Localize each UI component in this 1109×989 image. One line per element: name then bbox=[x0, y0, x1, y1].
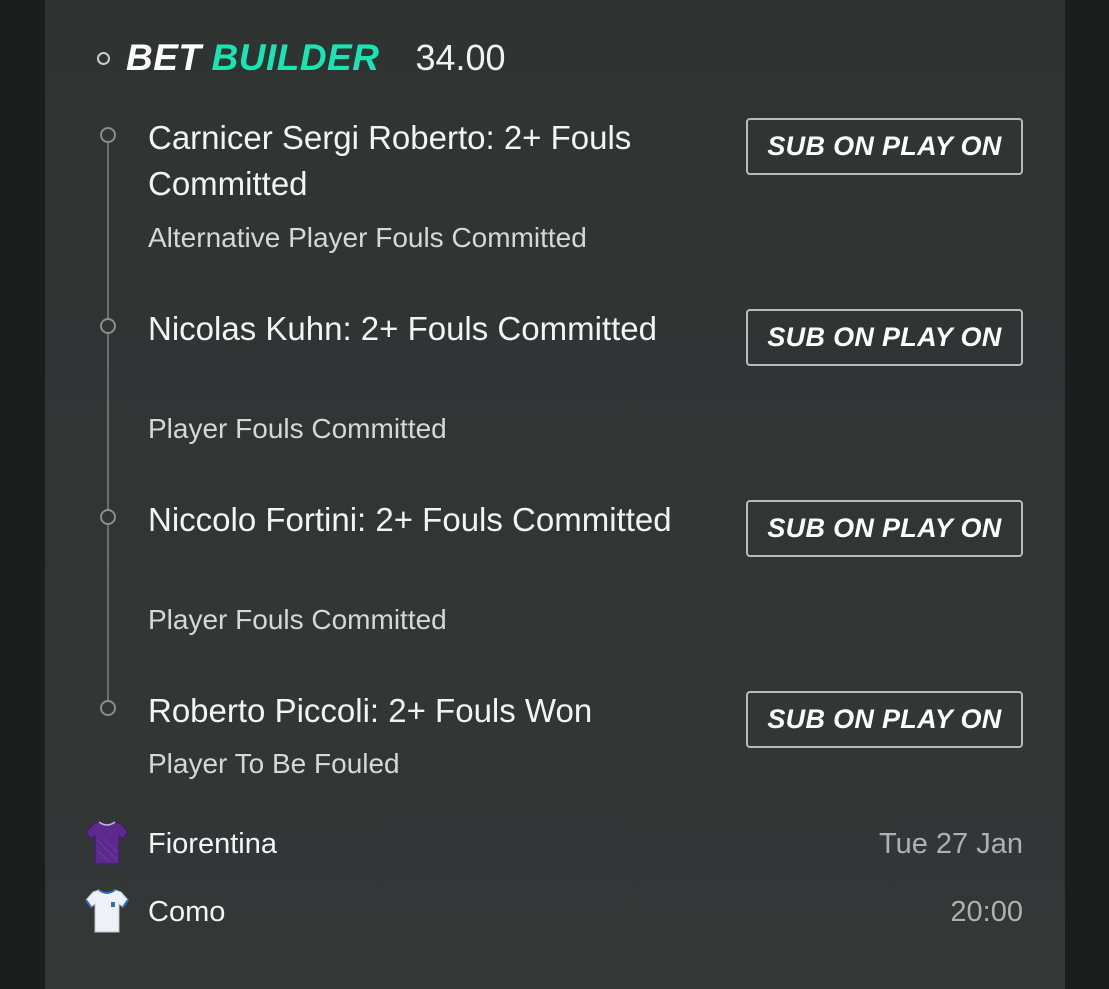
sub-on-play-on-button[interactable]: SUB ON PLAY ON bbox=[746, 309, 1023, 366]
leg-title: Nicolas Kuhn: 2+ Fouls Committed bbox=[148, 310, 657, 347]
bet-builder-header: BET BUILDER 34.00 bbox=[97, 36, 506, 80]
leg-title: Carnicer Sergi Roberto: 2+ Fouls Committ… bbox=[148, 119, 632, 202]
leg-title: Niccolo Fortini: 2+ Fouls Committed bbox=[148, 501, 672, 538]
sub-on-play-on-button[interactable]: SUB ON PLAY ON bbox=[746, 118, 1023, 175]
timeline-node-icon bbox=[100, 318, 116, 334]
timeline-line bbox=[107, 138, 109, 713]
timeline-node-icon bbox=[100, 509, 116, 525]
leg-title: Roberto Piccoli: 2+ Fouls Won bbox=[148, 692, 593, 729]
sub-on-play-on-button[interactable]: SUB ON PLAY ON bbox=[746, 691, 1023, 748]
timeline-node-icon bbox=[100, 127, 116, 143]
match-date: Tue 27 Jan bbox=[878, 828, 1023, 860]
match-time: 20:00 bbox=[950, 896, 1023, 928]
bet-builder-logo-bet: BET bbox=[126, 37, 202, 78]
header-ring-icon bbox=[97, 51, 110, 65]
away-team-row: Como 20:00 bbox=[45, 888, 1065, 936]
purple-shirt-icon bbox=[85, 821, 129, 865]
home-team-row: Fiorentina Tue 27 Jan bbox=[45, 820, 1065, 868]
timeline-node-icon bbox=[100, 700, 116, 716]
away-team-name: Como bbox=[148, 896, 226, 928]
home-team-name: Fiorentina bbox=[148, 828, 277, 860]
bet-builder-logo: BET BUILDER bbox=[126, 37, 379, 79]
leg-market: Player To Be Fouled bbox=[148, 748, 400, 779]
bet-builder-odds: 34.00 bbox=[415, 37, 506, 78]
leg-market: Alternative Player Fouls Committed bbox=[148, 222, 587, 253]
leg-market: Player Fouls Committed bbox=[148, 413, 447, 444]
white-shirt-icon bbox=[85, 889, 129, 933]
bet-builder-card: BET BUILDER 34.00 Carnicer Sergi Roberto:… bbox=[45, 0, 1065, 989]
leg-market: Player Fouls Committed bbox=[148, 604, 447, 635]
bet-builder-logo-builder: BUILDER bbox=[211, 37, 380, 78]
sub-on-play-on-button[interactable]: SUB ON PLAY ON bbox=[746, 500, 1023, 557]
